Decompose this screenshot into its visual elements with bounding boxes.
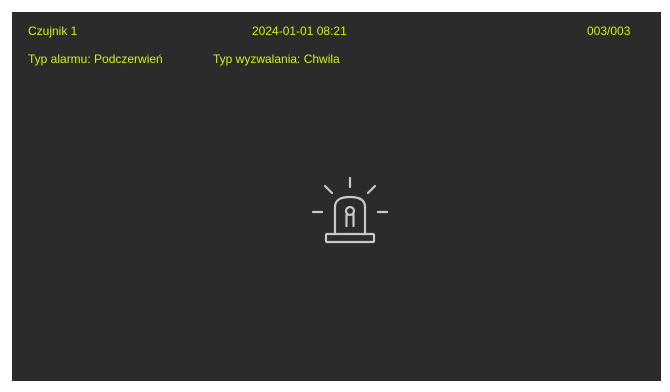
sensor-name: Czujnik 1 — [28, 24, 78, 38]
alarm-siren-icon — [311, 176, 389, 244]
trigger-type-label: Typ wyzwalania: Chwila — [213, 52, 340, 66]
alarm-screen: Czujnik 1 2024-01-01 08:21 003/003 Typ a… — [12, 12, 661, 381]
date-time: 2024-01-01 08:21 — [252, 24, 347, 38]
record-counter: 003/003 — [587, 24, 631, 38]
alarm-type-label: Typ alarmu: Podczerwień — [28, 52, 163, 66]
